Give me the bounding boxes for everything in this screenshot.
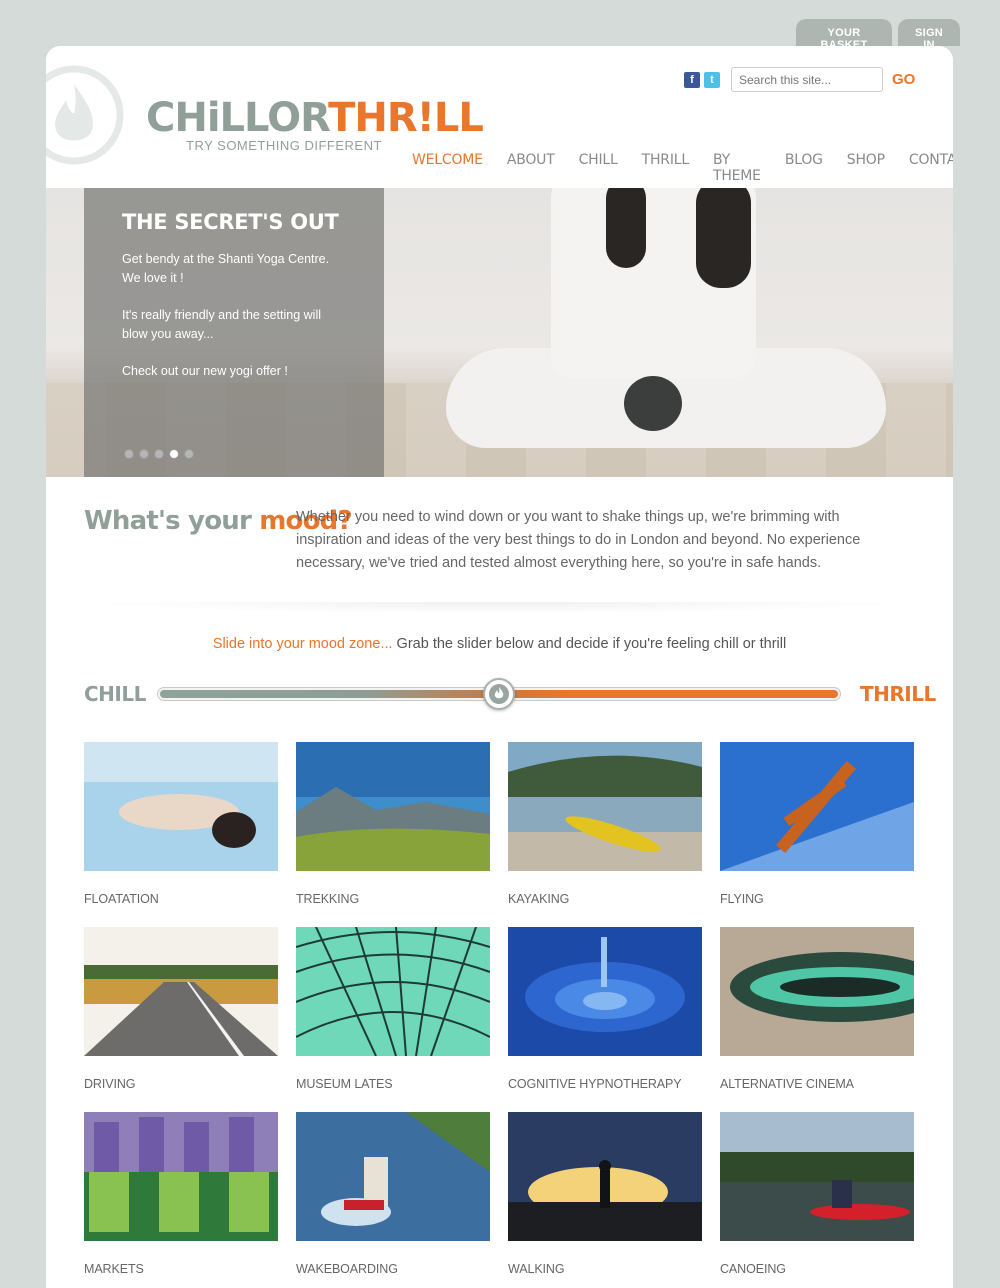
nav-item-thrill[interactable]: THRILL	[642, 152, 690, 184]
floatation-photo	[84, 742, 278, 871]
activity-tile[interactable]: WALKING	[508, 1112, 702, 1288]
tile-label: WAKEBOARDING	[296, 1262, 398, 1276]
canoeing-photo	[720, 1112, 914, 1241]
logo-thrill-text: THR!LL	[328, 95, 484, 141]
logo-wordmark[interactable]: CHiLLORTHR!LL	[146, 95, 484, 141]
logo-tagline: TRY SOMETHING DIFFERENT	[186, 138, 382, 153]
slider-intro: Slide into your mood zone... Grab the sl…	[46, 636, 953, 652]
activity-tile[interactable]: FLOATATION	[84, 742, 278, 927]
nav-item-about[interactable]: ABOUT	[507, 152, 555, 184]
slide-dot[interactable]	[139, 449, 149, 459]
activity-tile[interactable]: WAKEBOARDING	[296, 1112, 490, 1288]
tile-label: KAYAKING	[508, 892, 570, 906]
tile-label: TREKKING	[296, 892, 360, 906]
activity-tile[interactable]: KAYAKING	[508, 742, 702, 927]
facebook-icon[interactable]: f	[684, 72, 700, 88]
nav-item-chill[interactable]: CHILL	[579, 152, 618, 184]
search-go-button[interactable]: GO	[892, 71, 915, 88]
tile-label: COGNITIVE HYPNOTHERAPY	[508, 1077, 682, 1091]
hero-paragraph: Get bendy at the Shanti Yoga Centre. We …	[122, 252, 330, 285]
activity-tile[interactable]: ALTERNATIVE CINEMA	[720, 927, 950, 1112]
sign-in-tab[interactable]: SIGN IN	[898, 19, 960, 51]
flame-icon	[489, 684, 509, 704]
mood-description: Whether you need to wind down or you wan…	[296, 509, 861, 571]
social-links: f t	[684, 72, 720, 88]
divider	[84, 602, 914, 614]
walking-photo	[508, 1112, 702, 1241]
tile-label: MUSEUM LATES	[296, 1077, 393, 1091]
hero-offer-link[interactable]: Check out our new yogi offer !	[122, 362, 346, 381]
slider-intro-accent: Slide into your mood zone...	[212, 636, 393, 652]
tile-label: CANOEING	[720, 1262, 786, 1276]
nav-item-by-theme[interactable]: BY THEME	[713, 152, 761, 184]
slider-chill-label: CHILL	[84, 682, 146, 706]
activity-tile[interactable]: CANOEING	[720, 1112, 914, 1288]
slide-dot-active[interactable]	[169, 449, 179, 459]
tile-label: FLYING	[720, 892, 764, 906]
slide-dot[interactable]	[154, 449, 164, 459]
activity-tile[interactable]: DRIVING	[84, 927, 278, 1112]
activity-tile[interactable]: FLYING	[720, 742, 914, 927]
yogi-hair-image	[606, 188, 646, 268]
kayaking-photo	[508, 742, 702, 871]
trekking-photo	[296, 742, 490, 871]
main-nav: WELCOME ABOUT CHILL THRILL BY THEME BLOG…	[412, 152, 953, 184]
mood-slider-handle[interactable]	[483, 678, 515, 710]
nav-item-shop[interactable]: SHOP	[847, 152, 885, 184]
flame-logo-icon[interactable]	[46, 64, 134, 166]
top-tabs: YOUR BASKET SIGN IN	[796, 19, 960, 51]
tile-label: FLOATATION	[84, 892, 159, 906]
hero-caption-panel: THE SECRET'S OUT Get bendy at the Shanti…	[84, 188, 384, 477]
nav-item-welcome[interactable]: WELCOME	[412, 152, 483, 184]
twitter-icon[interactable]: t	[704, 72, 720, 88]
activity-tile[interactable]: COGNITIVE HYPNOTHERAPY	[508, 927, 702, 1112]
main-panel: CHiLLORTHR!LL TRY SOMETHING DIFFERENT f …	[46, 46, 953, 1288]
tile-label: MARKETS	[84, 1262, 144, 1276]
tile-label: DRIVING	[84, 1077, 136, 1091]
slide-dots	[124, 449, 194, 459]
search-input[interactable]	[731, 67, 883, 92]
activity-tile[interactable]: TREKKING	[296, 742, 490, 927]
hero-paragraph: It's really friendly and the setting wil…	[122, 308, 322, 341]
tile-label: ALTERNATIVE CINEMA	[720, 1077, 854, 1091]
slide-dot[interactable]	[184, 449, 194, 459]
candle-image	[624, 376, 682, 431]
nav-item-blog[interactable]: BLOG	[785, 152, 823, 184]
tile-label: WALKING	[508, 1262, 565, 1276]
slide-dot[interactable]	[124, 449, 134, 459]
driving-photo	[84, 927, 278, 1056]
museum-lates-photo	[295, 926, 491, 1057]
yogi-hair-image	[696, 188, 751, 288]
slider-thrill-label: THRILL	[860, 682, 936, 706]
slider-intro-text: Grab the slider below and decide if you'…	[392, 636, 787, 652]
logo-chill-text: CHiLLOR	[146, 95, 329, 141]
your-basket-tab[interactable]: YOUR BASKET	[796, 19, 892, 51]
hero-title: THE SECRET'S OUT	[122, 210, 339, 234]
nav-item-contact[interactable]: CONTACT	[909, 152, 953, 184]
flying-photo	[720, 742, 914, 871]
wakeboarding-photo	[296, 1112, 490, 1241]
activity-grid: FLOATATION TREKKING KAYAKING FLYING DRIV…	[84, 742, 950, 1288]
alternative-cinema-photo	[720, 927, 950, 1056]
activity-tile[interactable]: MARKETS	[84, 1112, 278, 1288]
activity-tile[interactable]: MUSEUM LATES	[295, 926, 491, 1112]
hero-banner[interactable]: THE SECRET'S OUT Get bendy at the Shanti…	[46, 188, 953, 477]
cognitive-hypnotherapy-photo	[508, 927, 702, 1056]
mood-heading-prefix: What's your	[84, 506, 260, 536]
markets-photo	[84, 1112, 278, 1241]
